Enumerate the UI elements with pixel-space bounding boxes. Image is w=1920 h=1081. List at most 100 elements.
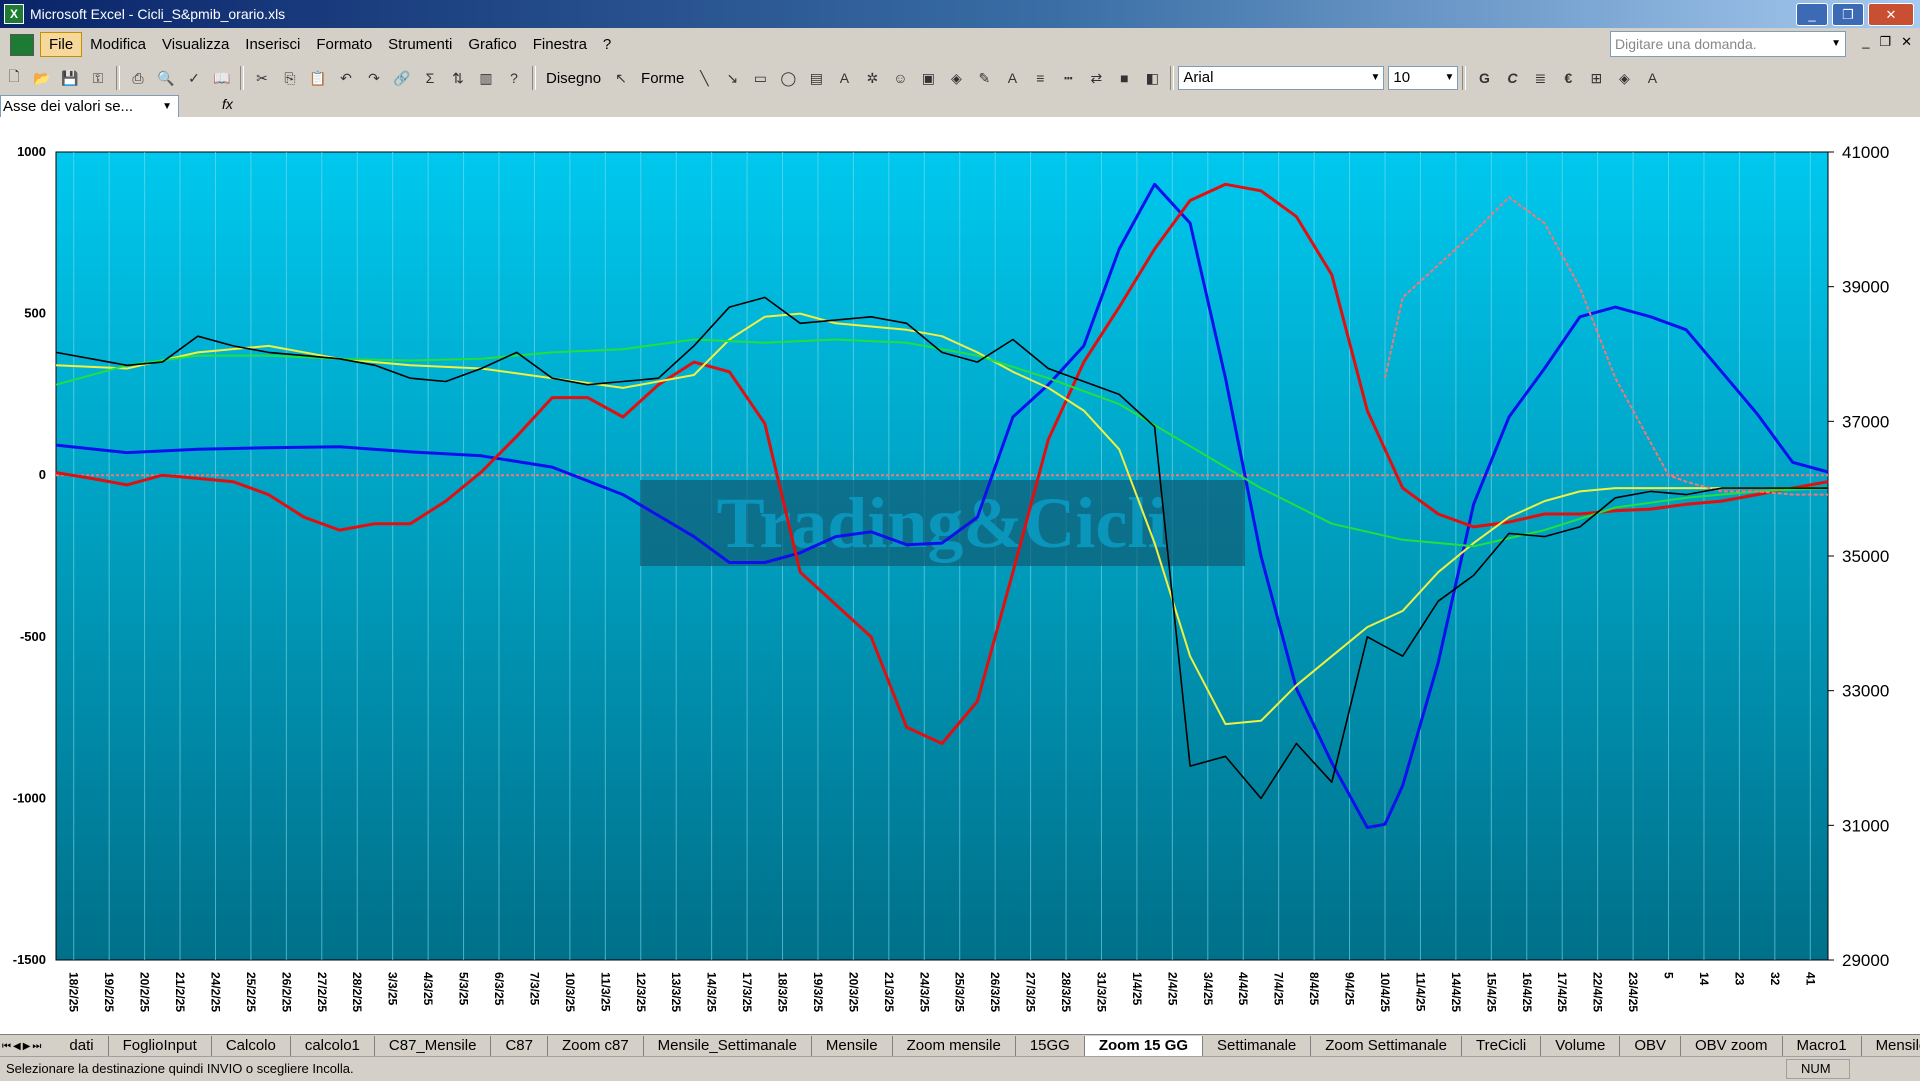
sheet-tab[interactable]: Zoom Settimanale	[1311, 1036, 1462, 1056]
y-right-tick-label: 31000	[1842, 816, 1889, 835]
bold-button[interactable]: G	[1473, 67, 1495, 89]
sheet-tab[interactable]: Zoom 15 GG	[1084, 1036, 1204, 1056]
paste-icon[interactable]: 📋	[307, 67, 329, 89]
align-icon[interactable]: ≣	[1529, 67, 1551, 89]
doc-minimize-button[interactable]: _	[1862, 34, 1869, 50]
sheet-tab[interactable]: Settimanale	[1203, 1036, 1312, 1056]
spelling-icon[interactable]: ✓	[183, 67, 205, 89]
sheet-tab[interactable]: 15GG	[1016, 1036, 1085, 1056]
sheet-tab[interactable]: FoglioInput	[109, 1036, 212, 1056]
next-sheet-icon[interactable]: ▶	[23, 1041, 31, 1052]
fx-icon[interactable]: fx	[222, 96, 233, 112]
select-pointer-icon[interactable]: ↖	[610, 67, 632, 89]
wordart-icon[interactable]: A	[833, 67, 855, 89]
print-icon[interactable]: ⎙	[127, 67, 149, 89]
rectangle-icon[interactable]: ▭	[749, 67, 771, 89]
menu-grafico[interactable]: Grafico	[460, 33, 524, 56]
sheet-tab[interactable]: calcolo1	[291, 1036, 375, 1056]
borders-icon[interactable]: ⊞	[1585, 67, 1607, 89]
name-box[interactable]: Asse dei valori se... ▼	[0, 95, 179, 118]
sheet-tab[interactable]: C87_Mensile	[375, 1036, 492, 1056]
menu-strumenti[interactable]: Strumenti	[380, 33, 460, 56]
diagram-icon[interactable]: ✲	[861, 67, 883, 89]
first-sheet-icon[interactable]: ⏮	[2, 1041, 11, 1052]
sheet-tab[interactable]: Mensile (2)	[1862, 1036, 1920, 1056]
copy-icon[interactable]: ⎘	[279, 67, 301, 89]
font-color-icon[interactable]: A	[1001, 67, 1023, 89]
menu-finestra[interactable]: Finestra	[525, 33, 595, 56]
menu-file[interactable]: File	[40, 32, 83, 57]
sheet-tab[interactable]: Zoom mensile	[893, 1036, 1016, 1056]
sheet-tab[interactable]: TreCicli	[1462, 1036, 1542, 1056]
sheet-tab[interactable]: Macro1	[1783, 1036, 1862, 1056]
sheet-tab[interactable]: Mensile	[812, 1036, 893, 1056]
autosum-icon[interactable]: Σ	[419, 67, 441, 89]
line-color-icon[interactable]: ✎	[973, 67, 995, 89]
open-icon[interactable]: 📂	[31, 67, 53, 89]
shapes-menu-button[interactable]: Forme	[635, 70, 690, 87]
x-tick-label: 23/4/25	[1626, 972, 1640, 1012]
sheet-tab[interactable]: Calcolo	[212, 1036, 291, 1056]
sheet-tab[interactable]: OBV zoom	[1681, 1036, 1783, 1056]
redo-icon[interactable]: ↷	[363, 67, 385, 89]
italic-button[interactable]: C	[1501, 67, 1523, 89]
font-size-select[interactable]: 10 ▼	[1388, 66, 1459, 90]
undo-icon[interactable]: ↶	[335, 67, 357, 89]
chevron-down-icon[interactable]: ▼	[1831, 32, 1841, 56]
chart-wizard-icon[interactable]: ▥	[475, 67, 497, 89]
print-preview-icon[interactable]: 🔍	[155, 67, 177, 89]
menu-formato[interactable]: Formato	[308, 33, 380, 56]
textbox-icon[interactable]: ▤	[805, 67, 827, 89]
chevron-down-icon[interactable]: ▼	[162, 96, 172, 117]
y-left-tick-label: -1500	[13, 952, 46, 967]
menu-modifica[interactable]: Modifica	[82, 33, 154, 56]
3d-icon[interactable]: ◧	[1141, 67, 1163, 89]
sheet-tab[interactable]: OBV	[1620, 1036, 1681, 1056]
oval-icon[interactable]: ◯	[777, 67, 799, 89]
fill-color-icon[interactable]: ◈	[1613, 67, 1635, 89]
save-icon[interactable]: 💾	[59, 67, 81, 89]
menu-help[interactable]: ?	[595, 33, 619, 56]
restore-button[interactable]: ❐	[1832, 3, 1864, 26]
x-tick-label: 17/4/25	[1555, 972, 1569, 1012]
picture-icon[interactable]: ▣	[917, 67, 939, 89]
font-color-icon[interactable]: A	[1641, 67, 1663, 89]
clipart-icon[interactable]: ☺	[889, 67, 911, 89]
help-icon[interactable]: ?	[503, 67, 525, 89]
line-icon[interactable]: ╲	[693, 67, 715, 89]
doc-restore-button[interactable]: ❐	[1879, 34, 1891, 50]
chart-area[interactable]: Trading&Cicli 18/2/25 19/2/25 20/2/25 21/2/…	[0, 117, 1920, 1034]
shadow-icon[interactable]: ■	[1113, 67, 1135, 89]
menu-inserisci[interactable]: Inserisci	[237, 33, 308, 56]
sheet-tab[interactable]: Zoom c87	[548, 1036, 644, 1056]
fill-color-icon[interactable]: ◈	[945, 67, 967, 89]
doc-close-button[interactable]: ✕	[1901, 34, 1912, 50]
dash-style-icon[interactable]: ┅	[1057, 67, 1079, 89]
sheet-tab[interactable]: Volume	[1541, 1036, 1621, 1056]
ask-question-input[interactable]: Digitare una domanda. ▼	[1610, 31, 1846, 57]
hyperlink-icon[interactable]: 🔗	[391, 67, 413, 89]
currency-button[interactable]: €	[1557, 67, 1579, 89]
prev-sheet-icon[interactable]: ◀	[13, 1041, 21, 1052]
draw-menu-button[interactable]: Disegno	[540, 70, 607, 87]
document-icon[interactable]	[10, 33, 34, 56]
permission-icon[interactable]: ⚿	[87, 67, 109, 89]
font-select[interactable]: Arial ▼	[1178, 66, 1385, 90]
arrow-style-icon[interactable]: ⇄	[1085, 67, 1107, 89]
chevron-down-icon[interactable]: ▼	[1444, 67, 1454, 89]
cut-icon[interactable]: ✂	[251, 67, 273, 89]
sheet-tab[interactable]: dati	[55, 1036, 109, 1056]
menu-visualizza[interactable]: Visualizza	[154, 33, 237, 56]
sheet-tab[interactable]: Mensile_Settimanale	[644, 1036, 812, 1056]
chevron-down-icon[interactable]: ▼	[1370, 67, 1380, 89]
sheet-tab[interactable]: C87	[491, 1036, 548, 1056]
last-sheet-icon[interactable]: ⏭	[32, 1041, 41, 1052]
arrow-icon[interactable]: ↘	[721, 67, 743, 89]
research-icon[interactable]: 📖	[211, 67, 233, 89]
line-style-icon[interactable]: ≡	[1029, 67, 1051, 89]
sort-icon[interactable]: ⇅	[447, 67, 469, 89]
chart-svg[interactable]: Trading&Cicli 18/2/25 19/2/25 20/2/25 21/2/…	[0, 117, 1920, 1034]
close-button[interactable]: ✕	[1868, 3, 1914, 26]
new-icon[interactable]: 🗋	[3, 67, 25, 89]
minimize-button[interactable]: _	[1796, 3, 1828, 26]
